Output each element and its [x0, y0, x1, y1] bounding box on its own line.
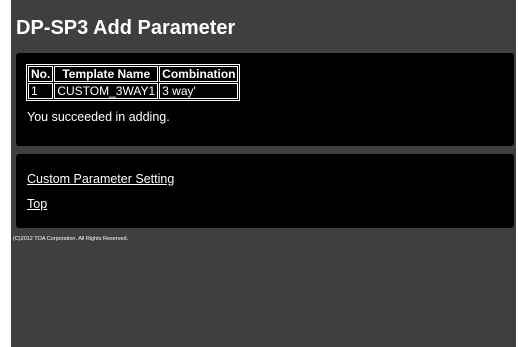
- page-title: DP-SP3 Add Parameter: [16, 17, 236, 39]
- copyright-text: (C)2012 TOA Corporation. All Rights Rese…: [13, 236, 129, 242]
- cell-no: 1: [28, 83, 54, 99]
- column-header-template-name: Template Name: [54, 66, 159, 82]
- cell-template-name: CUSTOM_3WAY1: [54, 83, 159, 99]
- table-row: 1 CUSTOM_3WAY1 3 way': [28, 83, 239, 99]
- status-message: You succeeded in adding.: [27, 110, 170, 124]
- table-header-row: No. Template Name Combination: [28, 66, 239, 82]
- links-panel: Custom Parameter Setting Top: [16, 154, 514, 228]
- column-header-combination: Combination: [159, 66, 239, 82]
- page-frame: DP-SP3 Add Parameter No. Template Name C…: [11, 0, 516, 347]
- top-link[interactable]: Top: [27, 197, 47, 211]
- cell-combination: 3 way': [159, 83, 239, 99]
- result-table: No. Template Name Combination 1 CUSTOM_3…: [26, 64, 241, 101]
- custom-parameter-setting-link[interactable]: Custom Parameter Setting: [27, 172, 174, 186]
- result-panel: No. Template Name Combination 1 CUSTOM_3…: [16, 53, 514, 146]
- column-header-no: No.: [28, 66, 54, 82]
